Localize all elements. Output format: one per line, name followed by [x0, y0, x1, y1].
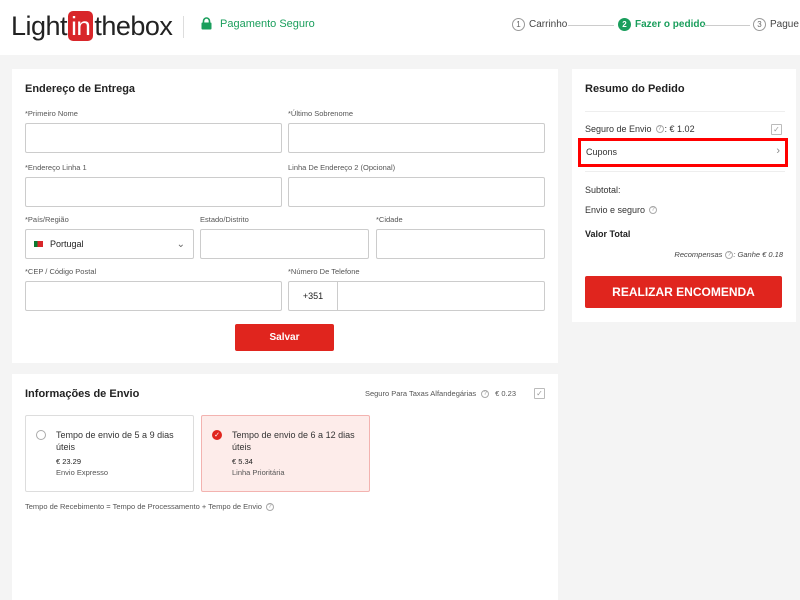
address-section-title: Endereço de Entrega [25, 83, 136, 95]
last-name-input[interactable] [289, 124, 544, 152]
rewards-value: : Ganhe € 0.18 [733, 250, 783, 259]
top-header: Light in thebox Pagamento Seguro 1 Carri… [0, 0, 800, 55]
delivery-time-note: Tempo de Recebimento = Tempo de Processa… [25, 502, 274, 511]
country-label: *País/Região [25, 215, 69, 224]
order-summary-card: Resumo do Pedido Seguro de Envio ? : € 1… [572, 69, 796, 322]
logo-text-light: Light [11, 10, 68, 41]
portugal-flag-icon [34, 241, 43, 247]
country-value: Portugal [50, 239, 84, 249]
step-connector [568, 25, 614, 26]
shipping-info-card: Informações de Envio Seguro Para Taxas A… [12, 374, 558, 600]
shipping-option-desc: Envio Expresso [56, 468, 109, 477]
coupons-label: Cupons [586, 147, 618, 157]
site-logo[interactable]: Light in thebox [11, 10, 173, 42]
checkout-steps: 1 Carrinho 2 Fazer o pedido 3 Pague [512, 18, 800, 34]
summary-divider [585, 171, 785, 172]
header-divider [183, 16, 184, 38]
country-select[interactable]: Portugal ⌄ [25, 229, 194, 259]
lock-icon [201, 17, 212, 30]
shipping-and-insurance-row: Envio e seguro ? [585, 205, 658, 215]
state-label: Estado/Distrito [200, 215, 249, 224]
address-line2-input[interactable] [289, 178, 544, 206]
state-input[interactable] [201, 230, 368, 258]
shipping-option-price: € 5.34 [232, 457, 253, 466]
zip-label: *CEP / Código Postal [25, 267, 97, 276]
rewards-row: Recompensas ? : Ganhe € 0.18 [674, 250, 783, 259]
first-name-label: *Primeiro Nome [25, 109, 78, 118]
shipping-insurance-row: Seguro de Envio ? : € 1.02 [585, 124, 695, 134]
address-line1-field[interactable] [25, 177, 282, 207]
help-icon[interactable]: ? [481, 389, 490, 398]
last-name-field[interactable] [288, 123, 545, 153]
shipping-option-express[interactable]: Tempo de envio de 5 a 9 dias úteis € 23.… [25, 415, 194, 492]
phone-country-code[interactable]: +351 [289, 282, 338, 310]
help-icon[interactable]: ? [725, 250, 734, 259]
step-label: Fazer o pedido [635, 19, 706, 30]
radio-unselected-icon[interactable] [36, 430, 46, 440]
step-number: 3 [753, 18, 766, 31]
delivery-time-note-text: Tempo de Recebimento = Tempo de Processa… [25, 502, 262, 511]
rewards-label: Recompensas [674, 250, 723, 259]
first-name-field[interactable] [25, 123, 282, 153]
shipping-option-priority[interactable]: ✓ Tempo de envio de 6 a 12 dias úteis € … [201, 415, 370, 492]
phone-input[interactable] [339, 282, 544, 310]
subtotal-label: Subtotal: [585, 185, 621, 195]
shipping-and-insurance-label: Envio e seguro [585, 205, 646, 215]
city-input[interactable] [377, 230, 544, 258]
coupons-row[interactable]: Cupons › [578, 138, 788, 167]
step-pay: 3 Pague [753, 18, 799, 31]
shipping-section-title: Informações de Envio [25, 388, 140, 400]
last-name-label: *Último Sobrenome [288, 109, 354, 118]
shipping-option-title: Tempo de envio de 6 a 12 dias úteis [232, 430, 355, 452]
zip-field[interactable] [25, 281, 282, 311]
customs-insurance-row: Seguro Para Taxas Alfandegárias ? € 0.23 [365, 389, 516, 398]
shipping-insurance-price: : € 1.02 [664, 124, 695, 134]
shipping-option-price: € 23.29 [56, 457, 82, 466]
shipping-option-title: Tempo de envio de 5 a 9 dias úteis [56, 430, 174, 452]
logo-text-in: in [68, 11, 94, 41]
customs-insurance-label: Seguro Para Taxas Alfandegárias [364, 389, 477, 398]
help-icon[interactable]: ? [649, 206, 658, 214]
phone-field[interactable]: +351 [288, 281, 545, 311]
state-field[interactable] [200, 229, 369, 259]
secure-payment-badge: Pagamento Seguro [201, 17, 315, 30]
total-label: Valor Total [585, 229, 631, 239]
step-number: 2 [618, 18, 631, 31]
step-number: 1 [512, 18, 525, 31]
address-line2-label: Linha De Endereço 2 (Opcional) [288, 163, 396, 172]
shipping-insurance-label: Seguro de Envio [585, 124, 652, 134]
customs-insurance-checkbox[interactable]: ✓ [534, 388, 545, 399]
secure-payment-label: Pagamento Seguro [220, 17, 315, 30]
city-field[interactable] [376, 229, 545, 259]
shipping-insurance-checkbox[interactable]: ✓ [771, 124, 782, 135]
address-line1-label: *Endereço Linha 1 [25, 163, 87, 172]
step-cart[interactable]: 1 Carrinho [512, 18, 567, 31]
shipping-address-card: Endereço de Entrega *Primeiro Nome *Últi… [12, 69, 558, 363]
radio-selected-check-icon[interactable]: ✓ [212, 430, 222, 440]
first-name-input[interactable] [26, 124, 281, 152]
chevron-down-icon: ⌄ [176, 238, 185, 250]
zip-input[interactable] [26, 282, 281, 310]
help-icon[interactable]: ? [265, 502, 274, 511]
step-place-order: 2 Fazer o pedido [618, 18, 706, 31]
address-line2-field[interactable] [288, 177, 545, 207]
shipping-option-desc: Linha Prioritária [232, 468, 285, 477]
place-order-button[interactable]: REALIZAR ENCOMENDA [585, 276, 782, 308]
step-connector [704, 25, 750, 26]
customs-insurance-price: € 0.23 [495, 389, 516, 398]
order-summary-title: Resumo do Pedido [585, 83, 685, 95]
city-label: *Cidade [376, 215, 403, 224]
logo-text-thebox: thebox [94, 10, 173, 41]
help-icon[interactable]: ? [655, 125, 664, 133]
step-label: Carrinho [529, 19, 568, 30]
step-label: Pague [770, 19, 799, 30]
summary-divider [585, 111, 785, 112]
chevron-right-icon: › [776, 145, 780, 157]
address-line1-input[interactable] [26, 178, 281, 206]
save-address-button[interactable]: Salvar [235, 324, 334, 351]
phone-label: *Número De Telefone [288, 267, 360, 276]
